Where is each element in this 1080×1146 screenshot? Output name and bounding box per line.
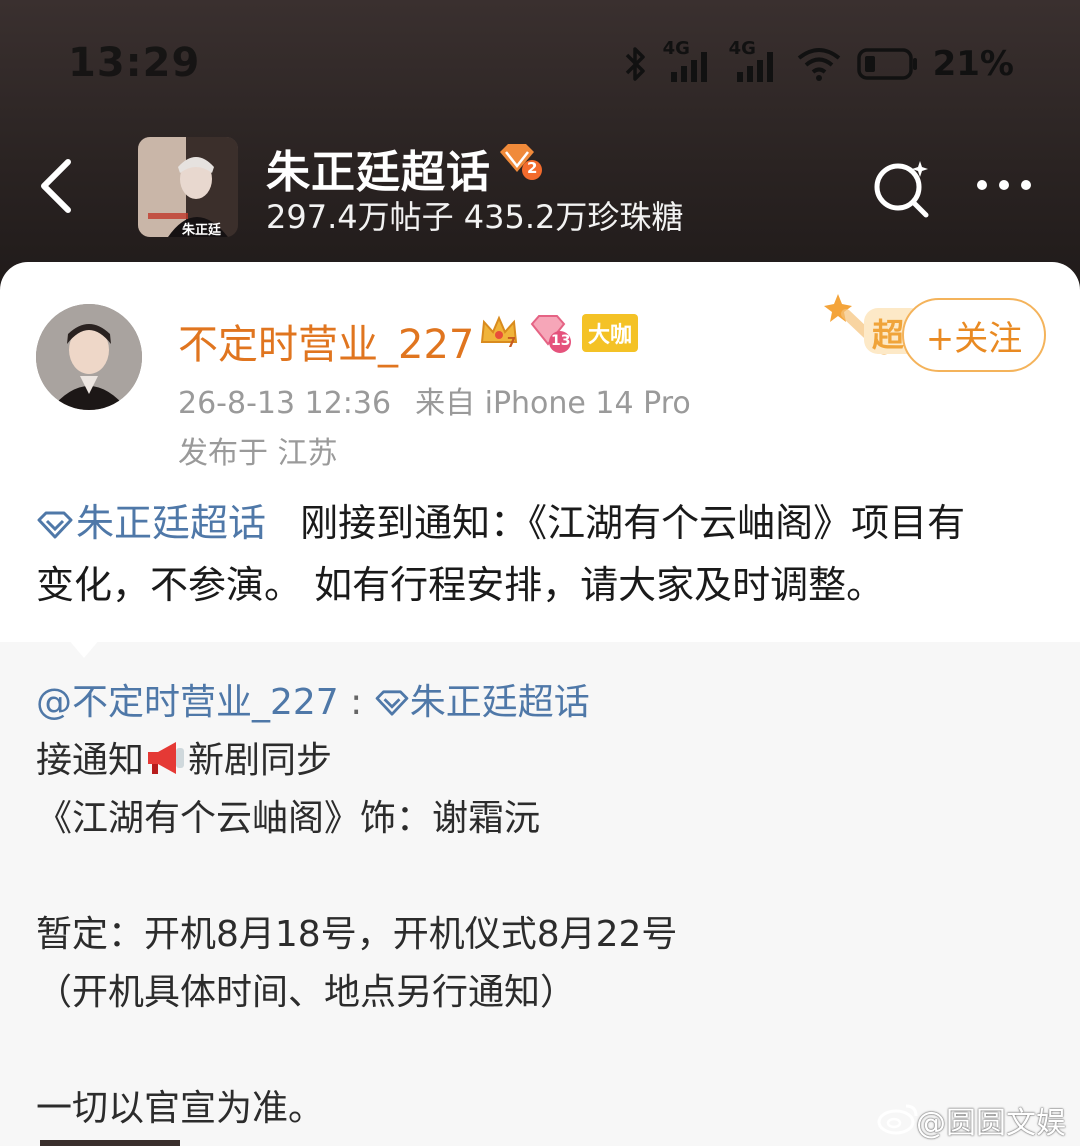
back-arrow-icon[interactable] <box>30 150 86 222</box>
repost-pointer <box>62 632 106 658</box>
post-text: 朱正廷超话 刚接到通知：《江湖有个云岫阁》项目有 变化，不参演。 如有行程安排，… <box>36 492 1056 616</box>
cell-signal-2: 4G <box>729 38 781 84</box>
diamond-badge: 13 <box>528 312 574 354</box>
topic-title: 朱正廷超话 <box>266 147 491 198</box>
topic-link[interactable]: 朱正廷超话 <box>36 501 266 545</box>
post-time: 26-8-13 12:36 <box>178 386 392 421</box>
post-location: 发布于 江苏 <box>178 436 338 471</box>
more-icon[interactable] <box>972 170 1036 200</box>
repost-content[interactable]: @不定时营业_227 : 朱正廷超话 接通知 新剧同步 《江湖有个云岫阁》饰：谢霜… <box>36 674 1056 1138</box>
repost-line: 新剧同步 <box>188 740 333 781</box>
repost-separator: : <box>350 682 363 723</box>
user-badges: 7 13 大咖 <box>478 312 639 354</box>
status-time: 13:29 <box>68 40 201 86</box>
follow-button[interactable]: +关注 <box>902 298 1046 372</box>
post-card: 不定时营业_227 7 13 大咖 超 +关注 26-8-13 12:36 来自 … <box>0 262 1080 642</box>
daka-badge: 大咖 <box>582 314 639 352</box>
wifi-icon <box>797 48 840 81</box>
repost-topic-label: 朱正廷超话 <box>409 682 590 723</box>
bluetooth-icon <box>625 47 645 81</box>
super-topic-label: 超 <box>872 316 905 354</box>
user-name[interactable]: 不定时营业_227 <box>178 312 474 370</box>
megaphone-icon <box>148 742 185 774</box>
repost-topic-link[interactable]: 朱正廷超话 <box>374 682 590 723</box>
battery-icon <box>856 48 917 80</box>
repost-line: （开机具体时间、地点另行通知） <box>36 972 577 1013</box>
topic-level-number: 2 <box>527 159 538 177</box>
post-text-line: 刚接到通知：《江湖有个云岫阁》项目有 <box>300 501 966 545</box>
weibo-logo-icon <box>877 1104 918 1135</box>
topic-header: 13:29 4G 4G 21% 朱正廷 朱正廷超话 2 297.4万帖子 435… <box>0 0 1080 300</box>
cell-signal-1: 4G <box>663 38 715 84</box>
avatar[interactable] <box>36 304 142 410</box>
topic-avatar-caption: 朱正廷 <box>182 223 222 237</box>
crown-badge: 7 <box>478 312 520 354</box>
post-meta: 26-8-13 12:36 来自 iPhone 14 Pro <box>178 378 691 422</box>
topic-stats: 297.4万帖子 435.2万珍珠糖 <box>266 198 684 236</box>
topic-link-label: 朱正廷超话 <box>76 501 267 545</box>
repost-line: 《江湖有个云岫阁》饰：谢霜沅 <box>36 798 541 839</box>
crown-level: 7 <box>507 336 517 351</box>
signal-icon <box>736 52 773 82</box>
topic-avatar[interactable]: 朱正廷 <box>138 137 238 237</box>
super-topic-icon <box>37 511 73 539</box>
repost-line: 接通知 <box>36 740 145 781</box>
watermark: @圆圆文娱 <box>916 1106 1066 1141</box>
search-icon[interactable] <box>868 155 934 221</box>
post-source: 来自 iPhone 14 Pro <box>415 386 691 421</box>
battery-percent: 21% <box>932 44 1014 84</box>
super-topic-icon <box>375 690 409 716</box>
user-avatar-image <box>36 304 142 410</box>
diamond-level: 13 <box>551 333 571 349</box>
topic-level-badge: 2 <box>496 142 542 182</box>
post-text-line: 变化，不参演。 如有行程安排，请大家及时调整。 <box>36 563 885 607</box>
status-icons: 4G 4G 21% <box>623 38 1014 86</box>
repost-line: 暂定：开机8月18号，开机仪式8月22号 <box>36 914 678 955</box>
bottom-strip <box>40 1140 180 1146</box>
repost-author[interactable]: @不定时营业_227 <box>36 682 339 723</box>
signal-icon <box>670 52 707 82</box>
